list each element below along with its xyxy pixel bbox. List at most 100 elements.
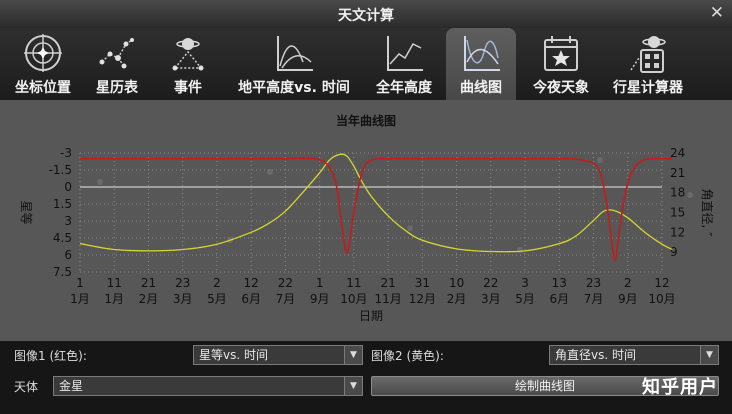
watermark: 知乎用户 — [642, 377, 718, 398]
x-tick-day: 22 — [483, 276, 498, 290]
x-tick-day: 22 — [278, 276, 293, 290]
window-title: 天文计算 — [338, 8, 394, 24]
series-magnitude-line — [80, 157, 673, 262]
x-tick-day: 11 — [107, 276, 122, 290]
y-right-axis-label: 角直径, ″ — [700, 188, 714, 237]
x-tick-month: 12月 — [409, 292, 436, 306]
image2-value: 角直径vs. 时间 — [555, 348, 636, 362]
tab-yearly-altitude[interactable]: 全年高度 — [368, 28, 440, 100]
y-left-tick-label: 1.5 — [53, 197, 72, 211]
background-star — [597, 157, 603, 163]
y-left-tick-label: -1.5 — [49, 163, 72, 177]
x-tick-day: 2 — [624, 276, 632, 290]
y-right-tick-label: 15 — [670, 206, 685, 220]
tab-label: 全年高度 — [376, 80, 432, 96]
x-tick-month: 5月 — [207, 292, 227, 306]
image1-label: 图像1 (红色): — [14, 349, 87, 363]
tab-events[interactable]: 事件 — [158, 28, 218, 100]
calendar-star-icon — [544, 36, 578, 71]
x-tick-day: 21 — [380, 276, 395, 290]
body-label: 天体 — [14, 380, 39, 394]
tab-ephemeris[interactable]: 星历表 — [86, 28, 148, 100]
x-tick-day: 1 — [316, 276, 324, 290]
x-tick-day: 12 — [654, 276, 669, 290]
tab-label: 曲线图 — [460, 80, 502, 96]
graph-icon — [464, 36, 500, 71]
yearly-altitude-icon — [387, 36, 423, 71]
altitude-chart-icon — [277, 36, 313, 71]
x-tick-day: 23 — [175, 276, 190, 290]
tab-label: 事件 — [174, 80, 202, 96]
y-left-tick-label: 0 — [64, 180, 72, 194]
x-tick-day: 13 — [552, 276, 567, 290]
x-tick-month: 1月 — [104, 292, 124, 306]
tab-label: 星历表 — [96, 80, 138, 96]
x-tick-month: 11月 — [374, 292, 401, 306]
tab-bar: 坐标位置 星历表 事件 地平高度vs. 时间 全年高度 曲线图 今夜天象 行星计… — [0, 28, 732, 100]
x-tick-month: 9月 — [618, 292, 638, 306]
x-tick-month: 3月 — [173, 292, 193, 306]
background-star — [97, 179, 103, 185]
x-tick-day: 1 — [76, 276, 84, 290]
x-tick-day: 10 — [449, 276, 464, 290]
title-bar: 天文计算 ✕ — [0, 0, 732, 29]
tab-tonight[interactable]: 今夜天象 — [524, 28, 598, 100]
x-tick-day: 3 — [521, 276, 529, 290]
y-right-tick-label: 9 — [670, 245, 678, 259]
y-right-tick-label: 24 — [670, 146, 685, 160]
background-star — [407, 225, 413, 231]
curve-chart: -3-1.501.534.567.52421181512911月111月212月… — [19, 146, 714, 323]
x-tick-month: 3月 — [481, 292, 501, 306]
x-tick-month: 7月 — [584, 292, 604, 306]
y-left-tick-label: 4.5 — [53, 231, 72, 245]
x-tick-month: 6月 — [549, 292, 569, 306]
y-left-axis-label: 星等 — [19, 200, 33, 224]
x-tick-month: 2月 — [139, 292, 159, 306]
planet-calculator-icon — [630, 36, 666, 73]
image2-label: 图像2 (黄色): — [371, 349, 444, 363]
constellation-icon — [99, 38, 134, 69]
y-left-tick-label: 6 — [64, 248, 72, 262]
x-tick-month: 1月 — [70, 292, 90, 306]
tab-label: 行星计算器 — [613, 80, 683, 96]
x-tick-month: 10月 — [340, 292, 367, 306]
x-tick-day: 11 — [346, 276, 361, 290]
y-right-tick-label: 21 — [670, 166, 685, 180]
x-tick-day: 31 — [415, 276, 430, 290]
close-icon[interactable]: ✕ — [710, 3, 724, 23]
y-left-tick-label: -3 — [60, 146, 72, 160]
x-tick-day: 12 — [244, 276, 259, 290]
controls-area: 图像1 (红色): 星等vs. 时间 ▼ 图像2 (黄色): 角直径vs. 时间… — [0, 341, 732, 414]
chevron-down-icon: ▼ — [344, 377, 362, 395]
x-tick-month: 7月 — [276, 292, 296, 306]
tab-altitude-vs-time[interactable]: 地平高度vs. 时间 — [232, 28, 356, 100]
tab-planet-calculator[interactable]: 行星计算器 — [604, 28, 692, 100]
x-tick-day: 23 — [586, 276, 601, 290]
y-right-tick-label: 18 — [670, 186, 685, 200]
background-star — [517, 247, 523, 253]
x-tick-month: 2月 — [447, 292, 467, 306]
x-tick-month: 5月 — [515, 292, 535, 306]
chevron-down-icon: ▼ — [344, 346, 362, 364]
tab-label: 坐标位置 — [15, 80, 71, 96]
image1-select[interactable]: 星等vs. 时间 ▼ — [193, 345, 363, 365]
x-tick-day: 21 — [141, 276, 156, 290]
series-angular-diameter-line — [79, 153, 673, 253]
body-value: 金星 — [59, 379, 84, 393]
tab-coordinates[interactable]: 坐标位置 — [6, 28, 80, 100]
image1-value: 星等vs. 时间 — [199, 348, 268, 362]
planet-event-icon — [172, 38, 204, 71]
body-select[interactable]: 金星 ▼ — [53, 376, 363, 396]
x-axis-label: 日期 — [359, 309, 383, 323]
tab-graphs[interactable]: 曲线图 — [446, 28, 516, 100]
crosshair-star-icon — [24, 34, 62, 72]
x-tick-month: 9月 — [310, 292, 330, 306]
y-right-tick-label: 12 — [670, 225, 685, 239]
y-left-tick-label: 3 — [64, 214, 72, 228]
background-star — [687, 192, 693, 198]
image2-select[interactable]: 角直径vs. 时间 ▼ — [549, 345, 719, 365]
x-tick-day: 2 — [213, 276, 221, 290]
x-tick-month: 10月 — [648, 292, 675, 306]
chevron-down-icon: ▼ — [700, 346, 718, 364]
y-left-tick-label: 7.5 — [53, 265, 72, 279]
